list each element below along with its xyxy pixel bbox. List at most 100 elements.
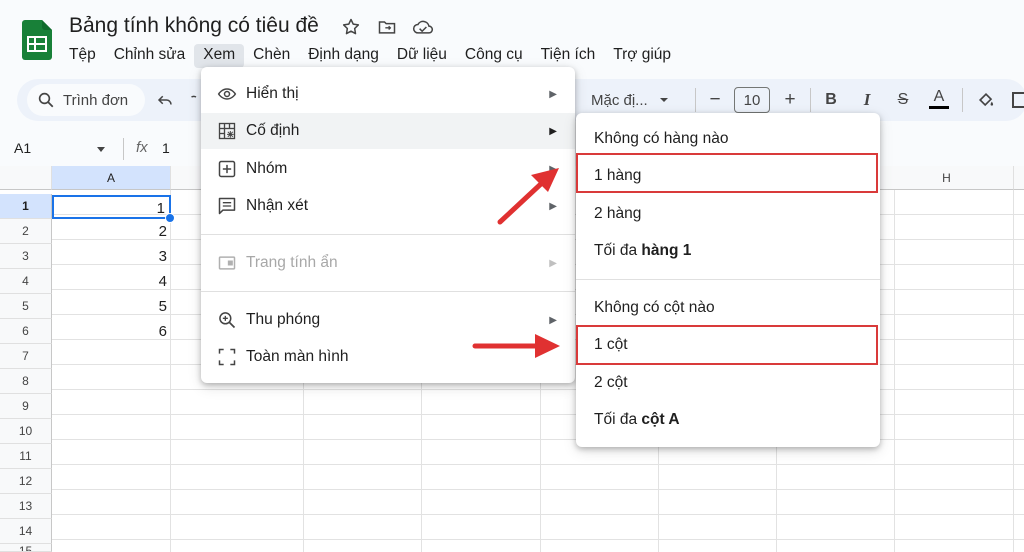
row-header[interactable]: 13 <box>0 494 52 519</box>
column-header-i[interactable] <box>1014 166 1024 190</box>
fullscreen-icon <box>217 347 237 367</box>
row-header[interactable]: 5 <box>0 294 52 319</box>
borders-icon[interactable] <box>1010 89 1024 111</box>
group-plus-icon <box>217 159 237 179</box>
menu-data[interactable]: Dữ liệu <box>388 44 456 68</box>
zoom-icon <box>217 310 237 330</box>
menu-separator <box>576 279 880 280</box>
name-box-dropdown-icon[interactable] <box>96 146 106 154</box>
redo-icon[interactable] <box>186 89 200 111</box>
row-header[interactable]: 8 <box>0 369 52 394</box>
font-family-value: Mặc đị... <box>591 91 648 109</box>
menu-separator <box>201 291 575 292</box>
formula-input[interactable]: 1 <box>162 140 170 156</box>
menu-item-comments[interactable]: Nhận xét ▶ <box>201 188 575 224</box>
font-size-increase-button[interactable]: + <box>780 89 800 111</box>
menu-extensions[interactable]: Tiện ích <box>532 44 605 68</box>
text-color-swatch <box>929 105 949 109</box>
menu-edit[interactable]: Chỉnh sửa <box>105 44 195 68</box>
row-header[interactable]: 14 <box>0 519 52 544</box>
row-header[interactable]: 15 <box>0 544 52 552</box>
cloud-status-icon[interactable] <box>412 16 434 38</box>
submenu-arrow-icon: ▶ <box>549 88 557 100</box>
column-header-a[interactable]: A <box>52 166 171 190</box>
row-header[interactable]: 6 <box>0 319 52 344</box>
freeze-no-cols[interactable]: Không có cột nào <box>576 290 880 326</box>
menu-item-fullscreen[interactable]: Toàn màn hình <box>201 339 575 375</box>
move-folder-icon[interactable] <box>376 16 398 38</box>
strikethrough-button[interactable]: S <box>893 89 913 111</box>
highlight-box-one-row <box>576 153 878 193</box>
column-header-h[interactable]: H <box>880 166 1014 190</box>
menu-item-label: Trang tính ẩn <box>246 254 338 271</box>
menu-insert[interactable]: Chèn <box>244 44 299 68</box>
menu-file[interactable]: Tệp <box>60 44 105 68</box>
fx-icon: fx <box>136 139 148 156</box>
select-all-corner[interactable] <box>0 166 52 190</box>
document-title[interactable]: Bảng tính không có tiêu đề <box>69 14 319 38</box>
toolbar-divider <box>810 88 811 112</box>
font-family-select[interactable]: Mặc đị... <box>591 89 670 111</box>
cell-a2[interactable]: 2 <box>52 220 171 244</box>
sheets-logo-icon[interactable] <box>22 20 52 60</box>
menu-item-group[interactable]: Nhóm ▶ <box>201 151 575 187</box>
freeze-two-cols[interactable]: 2 cột <box>576 365 880 401</box>
row-header[interactable]: 9 <box>0 394 52 419</box>
menu-item-label: Nhận xét <box>246 197 309 214</box>
submenu-arrow-icon: ▶ <box>549 314 557 326</box>
search-icon <box>38 92 54 108</box>
freeze-option-prefix: Tối đa <box>594 242 642 259</box>
submenu-arrow-icon: ▶ <box>549 163 557 175</box>
row-header[interactable]: 11 <box>0 444 52 469</box>
freeze-option-label: Tối đa hàng 1 <box>594 242 691 260</box>
menu-format[interactable]: Định dạng <box>299 44 388 68</box>
menu-item-hidden-sheets[interactable]: Trang tính ẩn ▶ <box>201 245 575 281</box>
row-header[interactable]: 3 <box>0 244 52 269</box>
menu-item-freeze[interactable]: Cố định ▶ <box>201 113 575 149</box>
undo-icon[interactable] <box>153 89 177 111</box>
bold-button[interactable]: B <box>821 89 841 111</box>
freeze-option-label: 2 cột <box>594 374 628 391</box>
toolbar-divider <box>695 88 696 112</box>
menu-item-zoom[interactable]: Thu phóng ▶ <box>201 302 575 338</box>
freeze-upto-col[interactable]: Tối đa cột A <box>576 402 880 438</box>
italic-button[interactable]: I <box>857 89 877 111</box>
font-size-decrease-button[interactable]: − <box>706 89 724 111</box>
row-header[interactable]: 1 <box>0 194 52 219</box>
menu-view[interactable]: Xem <box>194 44 245 68</box>
font-size-input[interactable]: 10 <box>734 87 770 113</box>
freeze-no-rows[interactable]: Không có hàng nào <box>576 121 880 157</box>
freeze-two-rows[interactable]: 2 hàng <box>576 196 880 232</box>
cell-a5[interactable]: 5 <box>52 295 171 319</box>
row-header[interactable]: 10 <box>0 419 52 444</box>
freeze-option-target: cột A <box>641 411 680 428</box>
fill-color-icon[interactable] <box>975 89 997 111</box>
menu-tools[interactable]: Công cụ <box>456 44 532 68</box>
text-color-button[interactable]: A <box>929 86 949 110</box>
row-header[interactable]: 2 <box>0 219 52 244</box>
freeze-option-label: Không có hàng nào <box>594 130 729 147</box>
menu-item-label: Cố định <box>246 122 300 139</box>
menu-item-show[interactable]: Hiển thị ▶ <box>201 76 575 112</box>
menu-item-label: Hiển thị <box>246 85 299 102</box>
name-box[interactable]: A1 <box>14 140 31 156</box>
freeze-option-label: Tối đa cột A <box>594 411 680 429</box>
freeze-option-label: 2 hàng <box>594 205 642 222</box>
cell-a4[interactable]: 4 <box>52 270 171 294</box>
cell-a1[interactable]: 1 <box>52 195 171 219</box>
menu-help[interactable]: Trợ giúp <box>604 44 680 68</box>
cell-a3[interactable]: 3 <box>52 245 171 269</box>
freeze-upto-row[interactable]: Tối đa hàng 1 <box>576 233 880 269</box>
row-header[interactable]: 7 <box>0 344 52 369</box>
row-header[interactable]: 12 <box>0 469 52 494</box>
menu-search-input[interactable] <box>61 90 137 110</box>
star-icon[interactable] <box>340 16 362 38</box>
caret-down-icon <box>659 98 668 102</box>
row-header[interactable]: 4 <box>0 269 52 294</box>
menu-search[interactable] <box>27 84 145 116</box>
toolbar-divider <box>962 88 963 112</box>
submenu-arrow-icon: ▶ <box>549 200 557 212</box>
freeze-grid-icon <box>217 121 237 141</box>
eye-icon <box>217 84 237 104</box>
cell-a6[interactable]: 6 <box>52 320 171 344</box>
